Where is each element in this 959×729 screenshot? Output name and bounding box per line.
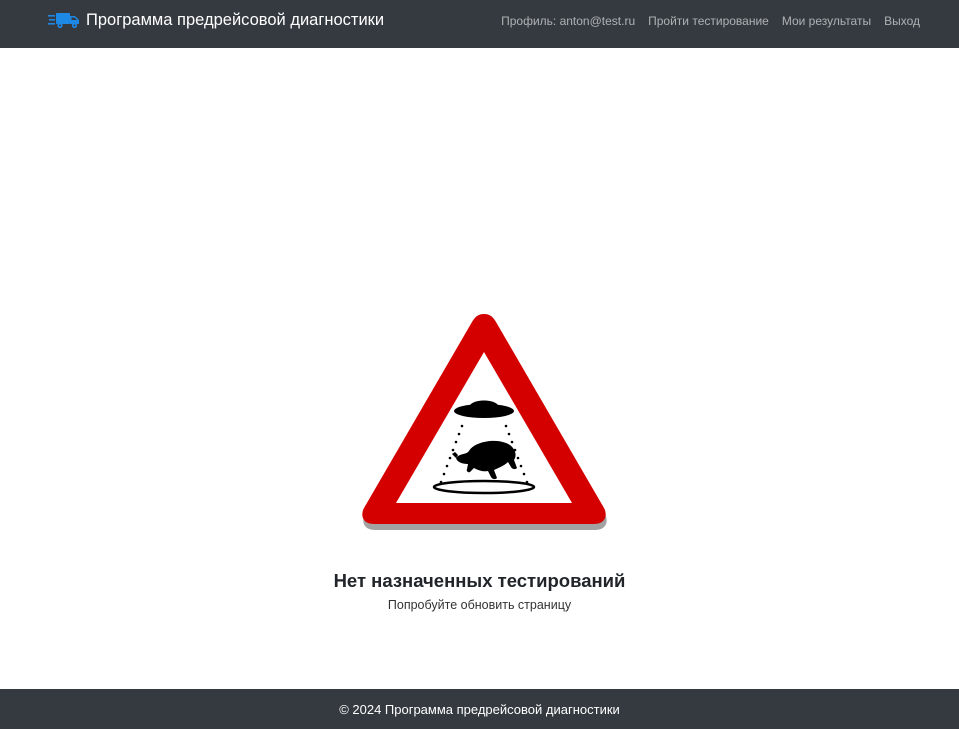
main-content: Нет назначенных тестирований Попробуйте … <box>0 48 959 689</box>
ufo-warning-sign-icon <box>362 314 607 530</box>
empty-state-subtitle: Попробуйте обновить страницу <box>387 598 572 612</box>
delivery-truck-icon <box>48 13 79 29</box>
nav-link-logout[interactable]: Выход <box>884 14 920 28</box>
nav-link-profile[interactable]: Профиль: anton@test.ru <box>501 14 635 28</box>
top-navbar: Программа предрейсовой диагностики Профи… <box>0 0 959 48</box>
brand-title: Программа предрейсовой диагностики <box>86 10 385 29</box>
brand-link[interactable]: Программа предрейсовой диагностики <box>48 0 384 40</box>
nav-link-my-results[interactable]: Мои результаты <box>782 14 871 28</box>
empty-state-title: Нет назначенных тестирований <box>333 570 626 591</box>
nav-link-take-test[interactable]: Пройти тестирование <box>648 14 769 28</box>
nav-menu: Профиль: anton@test.ru Пройти тестирован… <box>501 0 920 42</box>
footer-copyright: © 2024 Программа предрейсовой диагностик… <box>339 701 620 717</box>
footer: © 2024 Программа предрейсовой диагностик… <box>0 689 959 729</box>
